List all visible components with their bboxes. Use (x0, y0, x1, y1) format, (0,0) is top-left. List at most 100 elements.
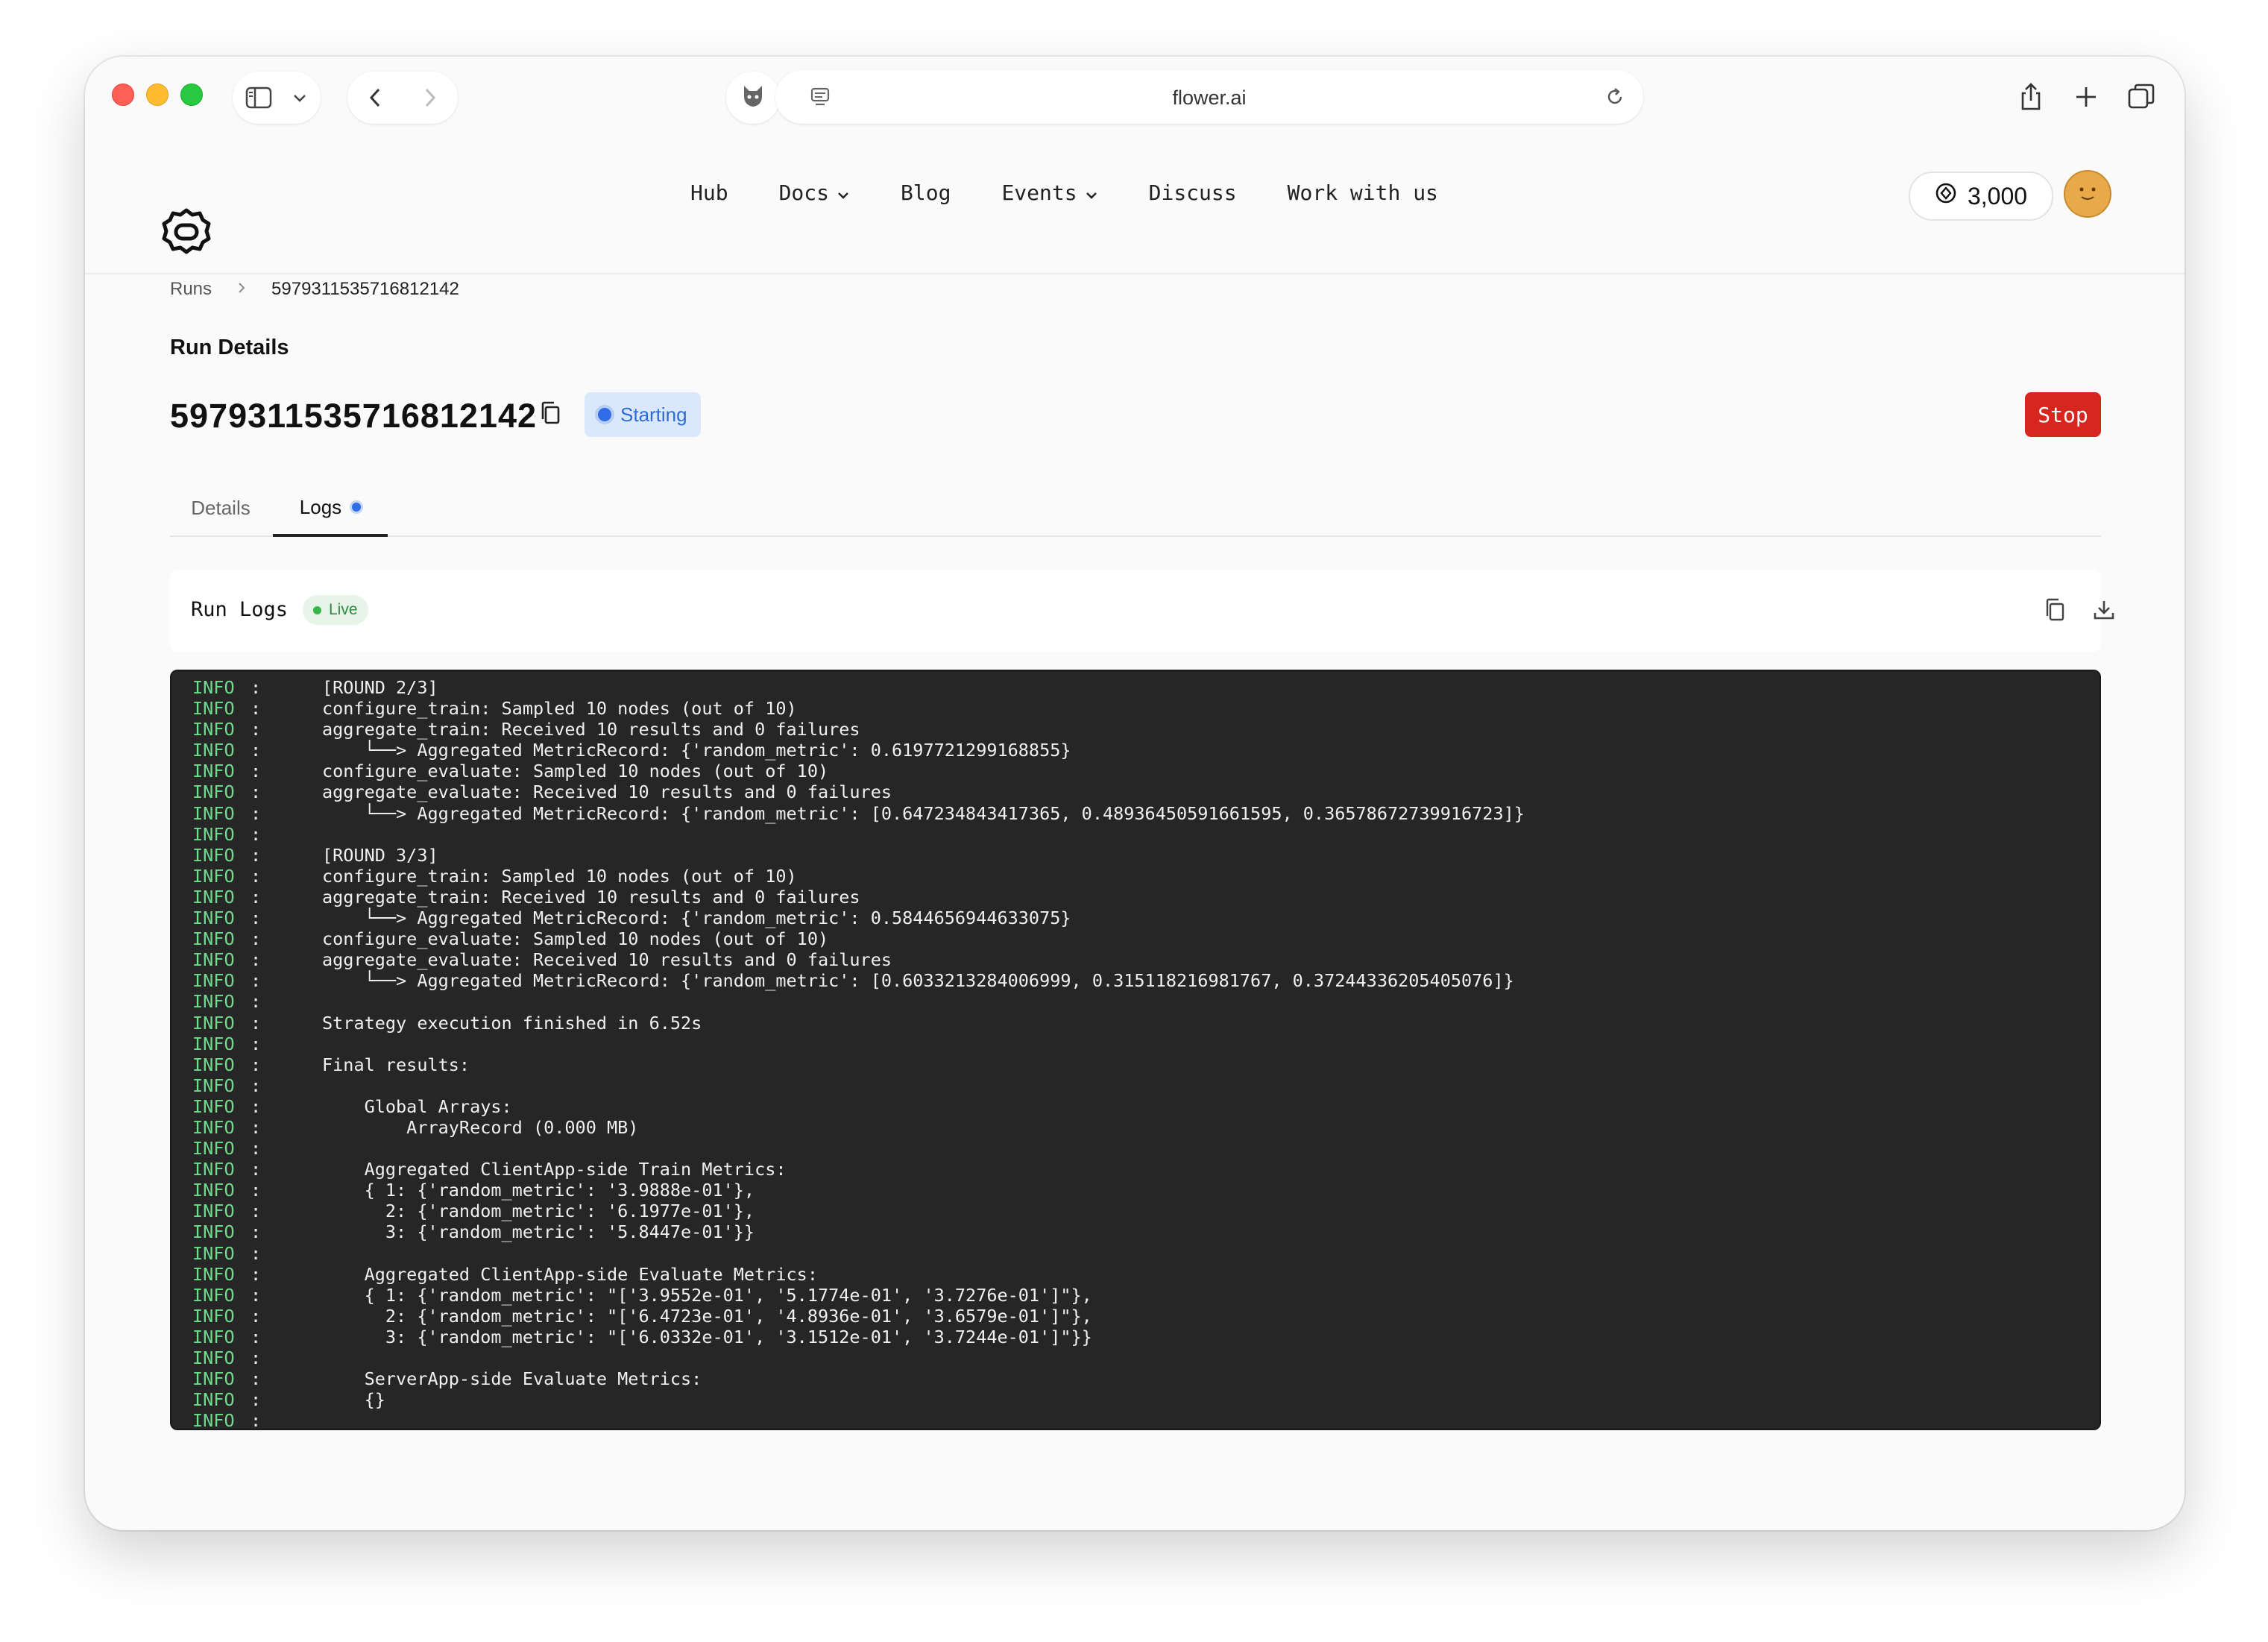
minimize-window-button[interactable] (146, 84, 168, 106)
log-separator: : (251, 1033, 262, 1054)
log-level: INFO (192, 1033, 235, 1054)
log-message: └──> Aggregated MetricRecord: {'random_m… (322, 970, 1514, 992)
nav-events[interactable]: Events (1001, 180, 1097, 205)
log-message: [ROUND 2/3] (322, 677, 438, 698)
nav-work-with-us[interactable]: Work with us (1288, 180, 1438, 205)
log-line: INFO: (192, 1410, 2085, 1430)
log-line: INFO: configure_evaluate: Sampled 10 node… (192, 928, 2085, 949)
log-level: INFO (192, 1389, 235, 1411)
log-message: Final results: (322, 1054, 470, 1075)
log-line: INFO: aggregate_train: Received 10 result… (192, 719, 2085, 740)
log-level: INFO (192, 1159, 235, 1180)
log-level: INFO (192, 823, 235, 845)
credits-amount: 3,000 (1967, 182, 2028, 210)
log-separator: : (251, 1054, 262, 1075)
avatar[interactable] (2064, 170, 2111, 218)
new-tab-plus-icon[interactable] (2073, 84, 2100, 114)
log-line: INFO: Aggregated ClientApp-side Evaluate… (192, 1264, 2085, 1285)
nav-item-label: Blog (901, 180, 951, 205)
log-level: INFO (192, 928, 235, 950)
forward-arrow-icon[interactable] (403, 86, 458, 109)
log-line: INFO: └──> Aggregated MetricRecord: {'ra… (192, 907, 2085, 928)
log-console[interactable]: INFO: [ROUND 2/3] INFO: configure_train: Sa… (170, 670, 2101, 1430)
main-nav: Hub Docs Blog Events Discuss Work with u… (690, 180, 1489, 205)
live-label: Live (329, 601, 358, 618)
nav-hub[interactable]: Hub (690, 180, 728, 205)
log-level: INFO (192, 698, 235, 720)
log-separator: : (251, 1159, 262, 1180)
nav-discuss[interactable]: Discuss (1149, 180, 1237, 205)
stop-button[interactable]: Stop (2025, 392, 2101, 437)
nav-blog[interactable]: Blog (901, 180, 951, 205)
log-separator: : (251, 719, 262, 740)
share-icon[interactable] (2017, 82, 2044, 116)
maximize-window-button[interactable] (180, 84, 203, 106)
log-separator: : (251, 907, 262, 929)
back-arrow-icon[interactable] (347, 86, 403, 109)
address-bar[interactable]: flower.ai (775, 70, 1643, 124)
browser-toolbar: flower.ai (85, 57, 2184, 137)
log-line: INFO: └──> Aggregated MetricRecord: {'ra… (192, 803, 2085, 824)
tab-logs[interactable]: Logs (273, 480, 388, 537)
log-separator: : (251, 1326, 262, 1347)
log-level: INFO (192, 1326, 235, 1347)
log-line: INFO: (192, 1034, 2085, 1054)
log-message: Aggregated ClientApp-side Evaluate Metri… (322, 1263, 818, 1285)
reload-icon[interactable] (1604, 86, 1625, 111)
log-separator: : (251, 1368, 262, 1390)
log-separator: : (251, 886, 262, 907)
log-line: INFO: { 1: {'random_metric': "['3.9552e-… (192, 1285, 2085, 1306)
log-message: aggregate_evaluate: Received 10 results … (322, 781, 892, 803)
credits-balance[interactable]: 3,000 (1909, 172, 2053, 221)
chevron-down-icon[interactable] (285, 92, 315, 103)
credits-icon (1935, 182, 1957, 210)
log-separator: : (251, 1095, 262, 1117)
extension-button[interactable] (726, 72, 780, 124)
window-controls (112, 84, 203, 106)
log-line: INFO: Strategy execution finished in 6.52… (192, 1013, 2085, 1034)
breadcrumb: Runs 5979311535716812142 (170, 279, 459, 300)
log-lines: INFO: [ROUND 2/3] INFO: configure_train: Sa… (192, 677, 2085, 1430)
log-level: INFO (192, 886, 235, 907)
log-message: 3: {'random_metric': '5.8447e-01'}} (322, 1221, 755, 1243)
log-message: { 1: {'random_metric': '3.9888e-01'}, (322, 1180, 755, 1201)
close-window-button[interactable] (112, 84, 134, 106)
log-message: [ROUND 3/3] (322, 844, 438, 866)
log-level: INFO (192, 1180, 235, 1201)
log-separator: : (251, 1284, 262, 1306)
download-logs-button[interactable] (2089, 597, 2119, 626)
log-separator: : (251, 1410, 262, 1430)
tab-overview-icon[interactable] (2126, 82, 2156, 116)
log-level: INFO (192, 1201, 235, 1222)
nav-item-label: Hub (690, 180, 728, 205)
status-text: Starting (620, 403, 687, 426)
log-line: INFO: Global Arrays: (192, 1096, 2085, 1117)
log-level: INFO (192, 781, 235, 803)
chevron-right-icon (237, 279, 246, 300)
status-dot-icon (598, 408, 611, 421)
log-level: INFO (192, 677, 235, 698)
status-badge: Starting (585, 392, 701, 437)
tab-details[interactable]: Details (170, 480, 271, 535)
sidebar-icon[interactable] (233, 86, 285, 109)
log-level: INFO (192, 907, 235, 929)
log-line: INFO: (192, 1347, 2085, 1368)
live-badge: Live (303, 595, 368, 625)
log-message: {} (322, 1389, 385, 1411)
nav-docs[interactable]: Docs (779, 180, 850, 205)
nav-item-label: Discuss (1148, 180, 1237, 205)
log-level: INFO (192, 802, 235, 824)
log-line: INFO: ServerApp-side Evaluate Metrics: (192, 1368, 2085, 1389)
log-level: INFO (192, 1012, 235, 1034)
log-line: INFO: └──> Aggregated MetricRecord: {'ra… (192, 740, 2085, 761)
page-title: 5979311535716812142 (170, 397, 538, 435)
copy-logs-button[interactable] (2040, 597, 2070, 626)
log-level: INFO (192, 719, 235, 740)
live-dot-icon (313, 605, 321, 614)
breadcrumb-runs-link[interactable]: Runs (170, 279, 212, 300)
log-line: INFO: (192, 824, 2085, 845)
flower-logo-icon[interactable] (160, 206, 213, 263)
log-line: INFO: (192, 1243, 2085, 1264)
log-message: configure_train: Sampled 10 nodes (out o… (322, 865, 797, 887)
copy-run-id-button[interactable] (535, 400, 565, 430)
